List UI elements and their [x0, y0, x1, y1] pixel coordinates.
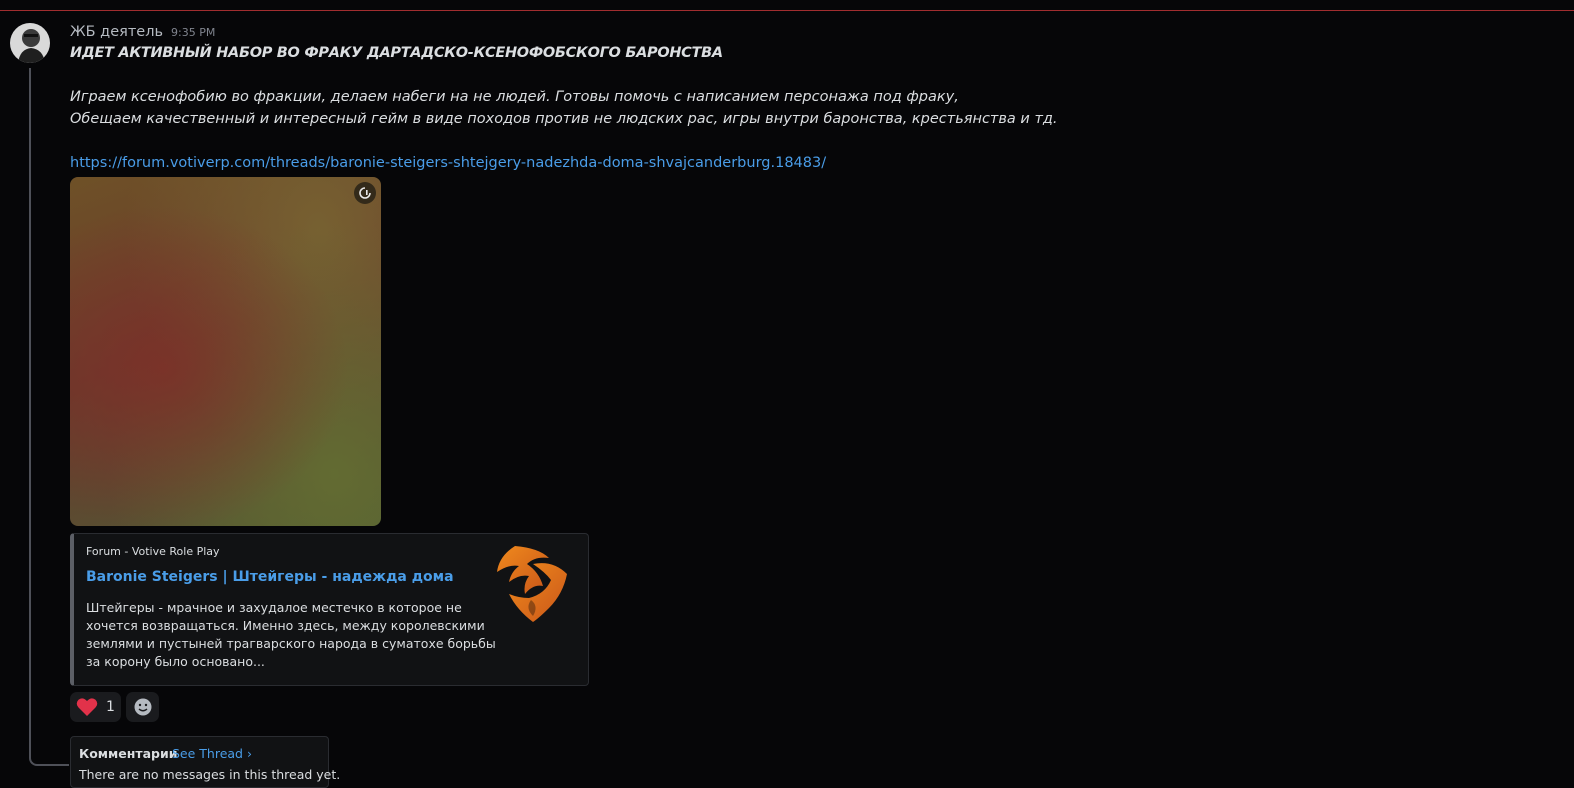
embed-description-line: землями и пустыней трагварского народа в…	[86, 636, 496, 651]
image-attachment[interactable]	[70, 177, 381, 526]
reaction-count: 1	[106, 699, 115, 715]
avatar-image	[10, 23, 50, 63]
embed-description: Штейгеры - мрачное и захудалое местечко …	[86, 599, 496, 671]
embed-provider[interactable]: Forum - Votive Role Play	[86, 545, 220, 558]
see-thread-link[interactable]: See Thread ›	[172, 746, 252, 761]
thread-empty-message: There are no messages in this thread yet…	[79, 767, 341, 782]
eagle-shield-logo-icon[interactable]	[489, 542, 573, 626]
timestamp[interactable]: 9:35 PM	[171, 26, 215, 39]
message-header: ЖБ деятель 9:35 PM	[70, 24, 215, 44]
gif-play-icon[interactable]	[354, 182, 376, 204]
reaction-heart[interactable]: 1	[70, 692, 121, 722]
smiley-icon	[134, 698, 151, 716]
thread-preview[interactable]: Комментарии See Thread › There are no me…	[70, 736, 340, 788]
link-embed: Forum - Votive Role Play Baronie Steiger…	[70, 533, 589, 686]
add-reaction-button[interactable]	[126, 692, 159, 722]
embed-description-line: Штейгеры - мрачное и захудалое местечко …	[86, 600, 462, 615]
message-body-line: Обещаем качественный и интересный гейм в…	[70, 111, 1058, 127]
username[interactable]: ЖБ деятель	[70, 24, 163, 40]
reactions-bar: 1	[70, 692, 159, 722]
avatar[interactable]	[10, 23, 50, 63]
embed-description-line: за корону было основано...	[86, 654, 265, 669]
new-messages-divider	[0, 10, 1574, 11]
thread-title[interactable]: Комментарии	[79, 746, 178, 761]
embed-description-line: хочется возвращаться. Именно здесь, межд…	[86, 618, 485, 633]
embed-title[interactable]: Baronie Steigers | Штейгеры - надежда до…	[86, 569, 456, 585]
thread-spine	[29, 68, 69, 766]
message-link[interactable]: https://forum.votiverp.com/threads/baron…	[70, 155, 826, 171]
message-headline: ИДЕТ АКТИВНЫЙ НАБОР ВО ФРАКУ ДАРТАДСКО-К…	[70, 45, 723, 61]
message-body-line: Играем ксенофобию во фракции, делаем наб…	[70, 89, 959, 105]
heart-icon	[76, 698, 98, 716]
